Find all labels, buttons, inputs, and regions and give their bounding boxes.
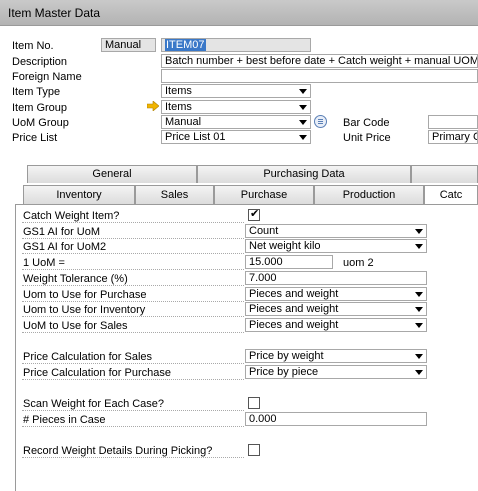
- check-icon: ✔: [250, 208, 260, 220]
- uom-sales-dropdown[interactable]: Pieces and weight: [245, 318, 427, 332]
- uom-purchase-value: Pieces and weight: [249, 288, 339, 300]
- chevron-down-icon: [415, 229, 423, 234]
- chevron-down-icon: [415, 292, 423, 297]
- tab-catch-weight[interactable]: Catc: [424, 185, 478, 205]
- uom-sales-value: Pieces and weight: [249, 319, 339, 331]
- item-type-value: Items: [165, 85, 192, 97]
- foreign-name-label: Foreign Name: [12, 71, 82, 83]
- price-list-dropdown[interactable]: Price List 01: [161, 130, 311, 144]
- unit-price-label: Unit Price: [343, 132, 391, 144]
- tab-purchasing-data[interactable]: Purchasing Data: [197, 165, 411, 183]
- item-type-dropdown[interactable]: Items: [161, 84, 311, 98]
- tab-purchase[interactable]: Purchase: [214, 185, 314, 204]
- price-calc-sales-dropdown[interactable]: Price by weight: [245, 349, 427, 363]
- uom-group-value: Manual: [165, 116, 202, 128]
- uom-inventory-dropdown[interactable]: Pieces and weight: [245, 302, 427, 316]
- panel-top-border: [19, 204, 424, 205]
- scan-weight-label: Scan Weight for Each Case?: [23, 398, 165, 410]
- uom-inventory-value: Pieces and weight: [249, 303, 339, 315]
- item-type-label: Item Type: [12, 86, 61, 98]
- item-no-field[interactable]: ITEM07: [161, 38, 311, 52]
- chevron-down-icon: [415, 307, 423, 312]
- chevron-down-icon: [415, 323, 423, 328]
- chevron-down-icon: [299, 89, 307, 94]
- uom-sales-label: UoM to Use for Sales: [23, 320, 128, 332]
- gs1-uom-value: Count: [249, 225, 279, 237]
- uom-inventory-label: Uom to Use for Inventory: [23, 304, 146, 316]
- gs1-uom2-dropdown[interactable]: Net weight kilo: [245, 239, 427, 253]
- chevron-down-icon: [299, 105, 307, 110]
- price-calc-purchase-label: Price Calculation for Purchase: [23, 367, 171, 379]
- bar-code-label: Bar Code: [343, 117, 390, 129]
- chevron-down-icon: [299, 120, 307, 125]
- pieces-in-case-label: # Pieces in Case: [23, 414, 106, 426]
- gs1-uom2-label: GS1 AI for UoM2: [23, 241, 107, 253]
- item-no-mode[interactable]: Manual: [101, 38, 156, 52]
- price-calc-sales-label: Price Calculation for Sales: [23, 351, 153, 363]
- chevron-down-icon: [415, 244, 423, 249]
- description-label: Description: [12, 56, 68, 68]
- window-title: Item Master Data: [8, 6, 101, 20]
- price-calc-purchase-value: Price by piece: [249, 366, 319, 378]
- price-list-label: Price List: [12, 132, 58, 144]
- weight-tolerance-label: Weight Tolerance (%): [23, 273, 128, 285]
- gs1-uom2-value: Net weight kilo: [249, 240, 321, 252]
- link-arrow-icon[interactable]: [147, 101, 159, 111]
- price-calc-sales-value: Price by weight: [249, 350, 324, 362]
- record-weight-label: Record Weight Details During Picking?: [23, 445, 213, 457]
- item-group-value: Items: [165, 101, 192, 113]
- gs1-uom-label: GS1 AI for UoM: [23, 226, 101, 238]
- scan-weight-checkbox[interactable]: [248, 397, 260, 409]
- catch-weight-item-label: Catch Weight Item?: [23, 210, 120, 222]
- description-field[interactable]: Batch number + best before date + Catch …: [161, 54, 478, 68]
- chevron-down-icon: [415, 370, 423, 375]
- title-bar: Item Master Data: [0, 0, 478, 26]
- one-uom-unit: uom 2: [343, 257, 374, 269]
- bar-code-field[interactable]: [428, 115, 478, 129]
- weight-tolerance-field[interactable]: 7.000: [245, 271, 427, 285]
- one-uom-label: 1 UoM =: [23, 257, 65, 269]
- tab-general[interactable]: General: [27, 165, 197, 183]
- tab-production[interactable]: Production: [314, 185, 424, 204]
- catch-weight-item-checkbox[interactable]: ✔: [248, 208, 260, 221]
- pieces-in-case-field[interactable]: 0.000: [245, 412, 427, 426]
- uom-purchase-dropdown[interactable]: Pieces and weight: [245, 287, 427, 301]
- record-weight-checkbox[interactable]: [248, 444, 260, 456]
- tab-sales[interactable]: Sales: [135, 185, 214, 204]
- uom-group-dropdown[interactable]: Manual: [161, 115, 311, 129]
- foreign-name-field[interactable]: [161, 69, 478, 83]
- tab-inventory[interactable]: Inventory: [23, 185, 135, 204]
- tab-more[interactable]: [411, 165, 478, 183]
- chevron-down-icon: [415, 354, 423, 359]
- one-uom-field[interactable]: 15.000: [245, 255, 333, 269]
- chevron-down-icon: [299, 135, 307, 140]
- unit-price-field[interactable]: Primary C: [428, 130, 478, 144]
- price-list-value: Price List 01: [165, 131, 226, 143]
- item-no-value: ITEM07: [165, 39, 206, 51]
- price-calc-purchase-dropdown[interactable]: Price by piece: [245, 365, 427, 379]
- uom-group-label: UoM Group: [12, 117, 69, 129]
- item-group-label: Item Group: [12, 102, 68, 114]
- uom-purchase-label: Uom to Use for Purchase: [23, 289, 147, 301]
- gs1-uom-dropdown[interactable]: Count: [245, 224, 427, 238]
- item-no-label: Item No.: [12, 40, 54, 52]
- item-group-dropdown[interactable]: Items: [161, 100, 311, 114]
- uom-group-details-icon[interactable]: [314, 115, 327, 128]
